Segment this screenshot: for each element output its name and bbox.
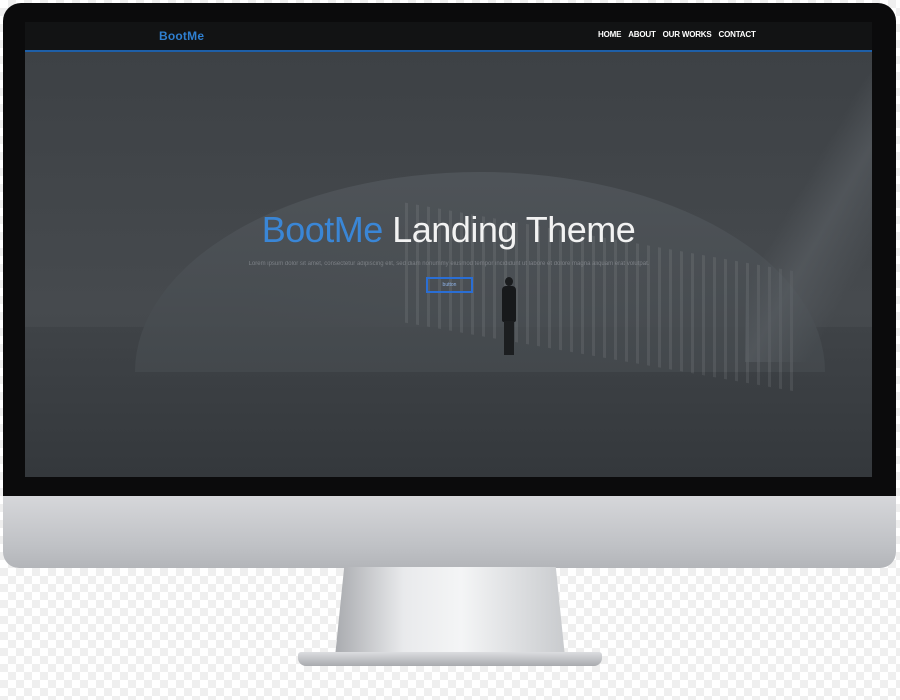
monitor-stand xyxy=(335,567,565,657)
nav-link-home[interactable]: HOME xyxy=(598,30,621,39)
brand-logo-link[interactable]: BootMe xyxy=(159,29,204,43)
hero-title: BootMe Landing Theme xyxy=(25,210,872,250)
nav-link-our-works[interactable]: OUR WORKS xyxy=(663,30,712,39)
nav-link-contact[interactable]: CONTACT xyxy=(719,30,756,39)
monitor-chin xyxy=(3,496,896,568)
hero-person-silhouette xyxy=(501,277,517,357)
hero-cta-button[interactable]: button xyxy=(426,277,473,293)
hero-subtitle: Lorem ipsum dolor sit amet, consectetur … xyxy=(248,261,650,267)
nav-link-about[interactable]: ABOUT xyxy=(628,30,656,39)
person-head xyxy=(505,277,513,286)
person-body xyxy=(502,286,516,322)
hero-title-rest: Landing Theme xyxy=(382,209,636,250)
navbar: BootMe HOME ABOUT OUR WORKS CONTACT xyxy=(25,22,872,52)
nav-menu: HOME ABOUT OUR WORKS CONTACT xyxy=(598,30,756,39)
monitor-screen: BootMe HOME ABOUT OUR WORKS CONTACT Boot… xyxy=(25,22,872,477)
monitor-stand-base xyxy=(298,652,602,666)
hero-title-brand: BootMe xyxy=(261,209,384,250)
person-legs xyxy=(504,321,514,355)
